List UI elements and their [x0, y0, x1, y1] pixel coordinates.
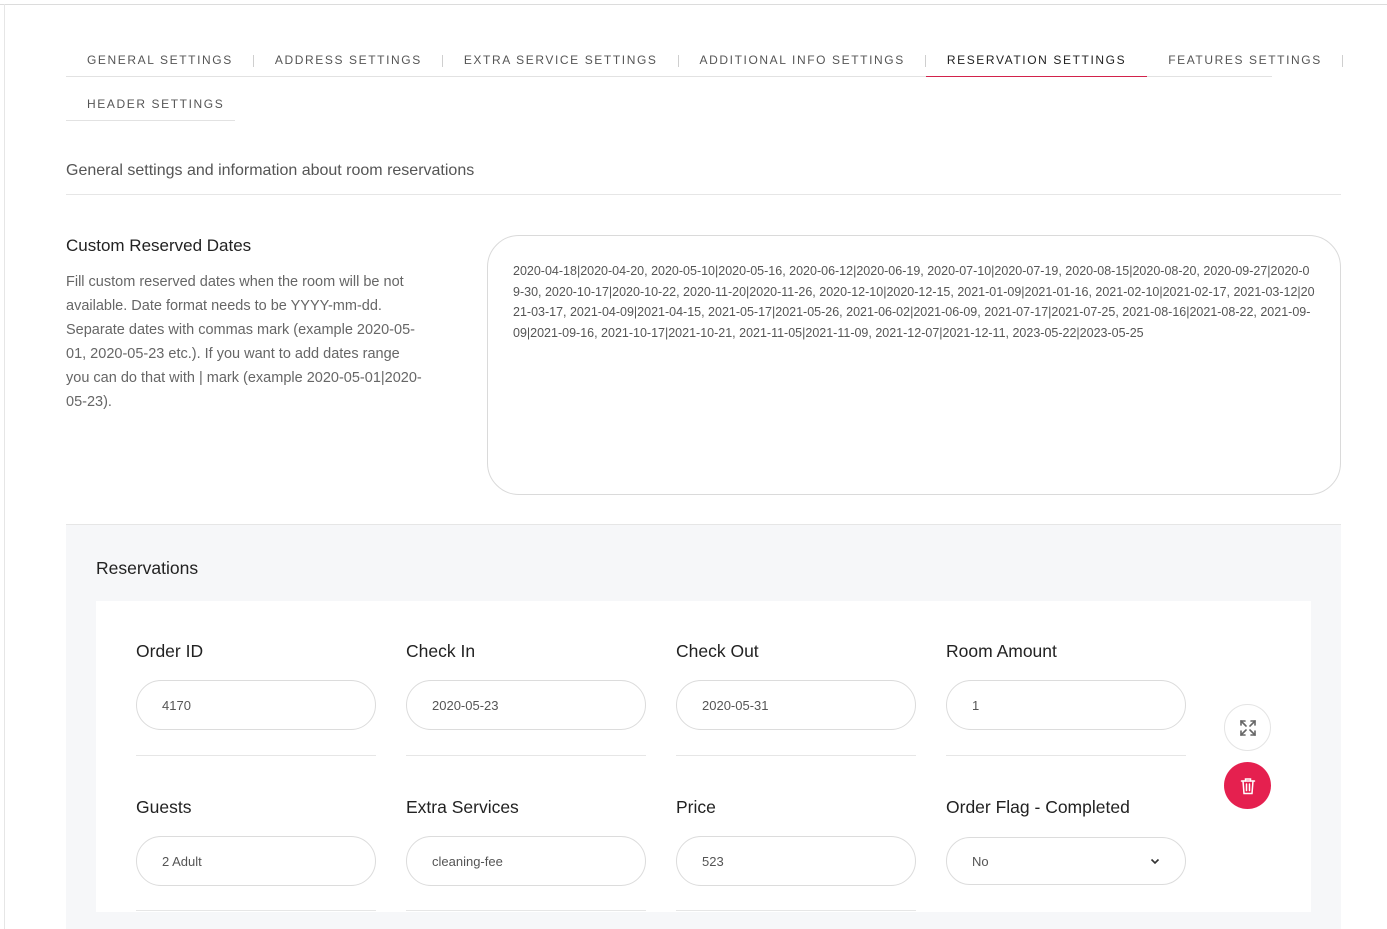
tab-additional-info-settings[interactable]: Additional Info Settings	[679, 44, 926, 76]
room-amount-field: Room Amount 1	[946, 641, 1186, 756]
tab-reservation-settings[interactable]: Reservation Settings	[925, 44, 1148, 77]
tab-header-settings[interactable]: Header Settings	[66, 88, 245, 120]
check-in-label: Check In	[406, 641, 476, 661]
field-underline	[136, 755, 376, 756]
tab-label: Extra Service Settings	[463, 53, 658, 67]
check-in-value: 2020-05-23	[432, 697, 499, 713]
extra-services-field: Extra Services cleaning-fee	[406, 797, 646, 911]
tab-label: Features Settings	[1168, 53, 1322, 67]
price-field: Price 523	[676, 797, 916, 911]
reservations-panel: Reservations Order ID 4170 Check In 2020…	[66, 524, 1341, 929]
guests-input[interactable]: 2 Adult	[136, 836, 376, 886]
price-label: Price	[676, 797, 716, 817]
tab-label: General Settings	[87, 53, 233, 67]
extra-services-value: cleaning-fee	[432, 853, 503, 869]
check-in-input[interactable]: 2020-05-23	[406, 680, 646, 730]
guests-value: 2 Adult	[162, 853, 202, 869]
order-id-field: Order ID 4170	[136, 641, 376, 756]
field-underline	[406, 910, 646, 911]
guests-field: Guests 2 Adult	[136, 797, 376, 911]
field-underline	[136, 910, 376, 911]
order-id-label: Order ID	[136, 641, 204, 661]
field-underline	[676, 910, 916, 911]
custom-reserved-dates-textarea[interactable]: 2020-04-18|2020-04-20, 2020-05-10|2020-0…	[487, 235, 1341, 495]
price-input[interactable]: 523	[676, 836, 916, 886]
chevron-down-icon	[1150, 858, 1160, 864]
room-amount-input[interactable]: 1	[946, 680, 1186, 730]
tab-features-settings[interactable]: Features Settings	[1147, 44, 1343, 76]
tab-row-2: Header Settings	[66, 88, 235, 121]
check-out-label: Check Out	[676, 641, 759, 661]
extra-services-input[interactable]: cleaning-fee	[406, 836, 646, 886]
field-underline	[946, 755, 1186, 756]
reservations-title: Reservations	[96, 558, 199, 578]
guests-label: Guests	[136, 797, 192, 817]
room-amount-value: 1	[972, 697, 980, 713]
resize-grip-icon[interactable]	[1329, 483, 1337, 491]
tab-general-settings[interactable]: General Settings	[66, 44, 254, 76]
settings-tabs: General Settings Address Settings Extra …	[66, 44, 1343, 121]
tab-row-1: General Settings Address Settings Extra …	[66, 44, 1343, 77]
check-out-field: Check Out 2020-05-31	[676, 641, 916, 756]
order-flag-value: No	[972, 853, 989, 869]
tab-label: Additional Info Settings	[699, 53, 905, 67]
room-amount-label: Room Amount	[946, 641, 1057, 661]
tab-label: Reservation Settings	[946, 53, 1127, 67]
left-border	[4, 4, 5, 929]
section-title: General settings and information about r…	[66, 162, 475, 179]
expand-arrows-icon	[1239, 719, 1256, 736]
field-underline	[676, 755, 916, 756]
order-flag-label: Order Flag - Completed	[946, 797, 1130, 817]
order-id-value: 4170	[162, 697, 191, 713]
reservation-card: Order ID 4170 Check In 2020-05-23 Check …	[96, 601, 1311, 912]
extra-services-label: Extra Services	[406, 797, 519, 817]
order-flag-select[interactable]: No	[946, 837, 1186, 885]
tab-address-settings[interactable]: Address Settings	[254, 44, 443, 76]
expand-button[interactable]	[1224, 704, 1271, 751]
check-out-input[interactable]: 2020-05-31	[676, 680, 916, 730]
section-divider	[66, 194, 1341, 195]
top-border	[0, 4, 1387, 5]
custom-reserved-dates-value: 2020-04-18|2020-04-20, 2020-05-10|2020-0…	[513, 264, 1315, 341]
order-flag-field: Order Flag - Completed No	[946, 797, 1186, 885]
check-in-field: Check In 2020-05-23	[406, 641, 646, 756]
field-underline	[406, 755, 646, 756]
delete-button[interactable]	[1224, 762, 1271, 809]
tab-label: Header Settings	[87, 97, 225, 111]
tab-separator	[1341, 55, 1343, 67]
custom-reserved-dates-description: Fill custom reserved dates when the room…	[66, 274, 422, 410]
tab-label: Address Settings	[274, 53, 422, 67]
order-id-input[interactable]: 4170	[136, 680, 376, 730]
check-out-value: 2020-05-31	[702, 697, 769, 713]
custom-reserved-dates-title: Custom Reserved Dates	[66, 236, 252, 255]
tab-extra-service-settings[interactable]: Extra Service Settings	[443, 44, 679, 76]
trash-icon	[1240, 777, 1255, 794]
price-value: 523	[702, 853, 724, 869]
